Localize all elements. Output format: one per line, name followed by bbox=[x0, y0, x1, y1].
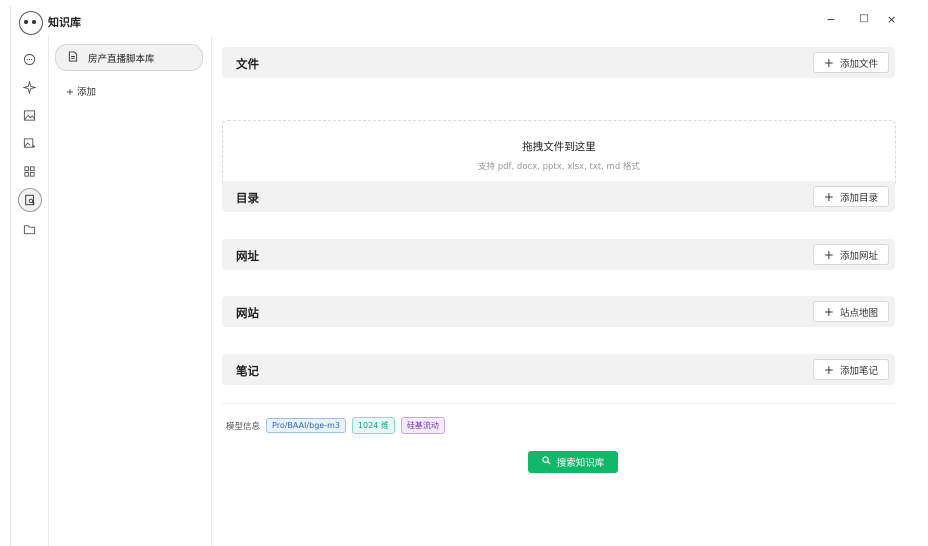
main-panel: 文件 + 添加文件 拖拽文件到这里 支持 pdf, docx, pptx, xl… bbox=[222, 36, 896, 546]
plus-icon: + bbox=[823, 189, 834, 204]
image-icon[interactable] bbox=[18, 104, 40, 126]
add-url-button[interactable]: + 添加网址 bbox=[812, 244, 889, 265]
folder-icon[interactable] bbox=[18, 218, 40, 240]
minimize-button[interactable]: − bbox=[823, 13, 839, 26]
dropzone-main-text: 拖拽文件到这里 bbox=[522, 141, 596, 153]
sparkle-icon[interactable] bbox=[18, 76, 40, 98]
button-label: 添加目录 bbox=[839, 192, 878, 204]
model-info-row: 模型信息 Pro/BAAI/bge-m3 1024 维 硅基流动 bbox=[226, 417, 445, 434]
dropzone-formats-text: 支持 pdf, docx, pptx, xlsx, txt, md 格式 bbox=[478, 162, 640, 172]
section-directory: 目录 + 添加目录 bbox=[222, 181, 895, 212]
button-label: 站点地图 bbox=[839, 307, 878, 319]
icon-rail bbox=[11, 36, 49, 546]
model-name-tag: Pro/BAAI/bge-m3 bbox=[266, 418, 346, 433]
section-website: 网站 + 站点地图 bbox=[222, 296, 895, 327]
search-icon bbox=[542, 456, 551, 468]
knowledge-base-list: 房产直播脚本库 + 添加 bbox=[48, 36, 212, 546]
section-title: 目录 bbox=[236, 191, 259, 205]
plus-icon: + bbox=[823, 55, 834, 70]
kb-list-item-label: 房产直播脚本库 bbox=[88, 53, 155, 65]
divider bbox=[222, 403, 895, 404]
section-title: 笔记 bbox=[236, 364, 259, 378]
provider-tag: 硅基流动 bbox=[400, 417, 445, 434]
knowledge-icon[interactable] bbox=[18, 188, 42, 212]
section-title: 网站 bbox=[236, 306, 259, 320]
close-button[interactable]: × bbox=[887, 13, 895, 26]
button-label: 添加笔记 bbox=[839, 365, 878, 377]
section-notes: 笔记 + 添加笔记 bbox=[222, 354, 895, 385]
window-title: 知识库 bbox=[48, 16, 81, 29]
plus-icon: + bbox=[823, 362, 834, 377]
file-dropzone[interactable]: 拖拽文件到这里 支持 pdf, docx, pptx, xlsx, txt, m… bbox=[222, 120, 896, 188]
document-icon bbox=[68, 50, 78, 65]
kb-list-item[interactable]: 房产直播脚本库 bbox=[55, 44, 203, 71]
search-button-label: 搜索知识库 bbox=[556, 458, 605, 469]
section-title: 文件 bbox=[236, 57, 259, 71]
model-info-label: 模型信息 bbox=[226, 421, 261, 432]
button-label: 添加文件 bbox=[839, 58, 878, 70]
search-knowledge-base-button[interactable]: 搜索知识库 bbox=[528, 451, 618, 473]
plus-icon: + bbox=[823, 304, 834, 319]
section-files: 文件 + 添加文件 bbox=[222, 47, 895, 78]
add-note-button[interactable]: + 添加笔记 bbox=[812, 359, 889, 380]
sitemap-button[interactable]: + 站点地图 bbox=[812, 301, 889, 322]
add-file-button[interactable]: + 添加文件 bbox=[812, 52, 889, 73]
chat-icon[interactable] bbox=[18, 48, 40, 70]
section-url: 网址 + 添加网址 bbox=[222, 239, 895, 270]
section-title: 网址 bbox=[236, 249, 259, 263]
apps-icon[interactable] bbox=[18, 160, 40, 182]
add-directory-button[interactable]: + 添加目录 bbox=[812, 186, 889, 207]
title-bar: 知识库 − □ × bbox=[11, 6, 895, 36]
app-logo-icon bbox=[19, 11, 43, 35]
maximize-button[interactable]: □ bbox=[856, 13, 872, 24]
image-edit-icon[interactable] bbox=[18, 132, 40, 154]
button-label: 添加网址 bbox=[839, 250, 878, 262]
add-knowledge-base-button[interactable]: + 添加 bbox=[66, 84, 96, 98]
plus-icon: + bbox=[823, 247, 834, 262]
dimension-tag: 1024 维 bbox=[351, 417, 395, 434]
app-window: 知识库 − □ × 房产直播脚本库 + 添加 文件 + 添加文件 拖拽文件到这里… bbox=[10, 6, 896, 546]
